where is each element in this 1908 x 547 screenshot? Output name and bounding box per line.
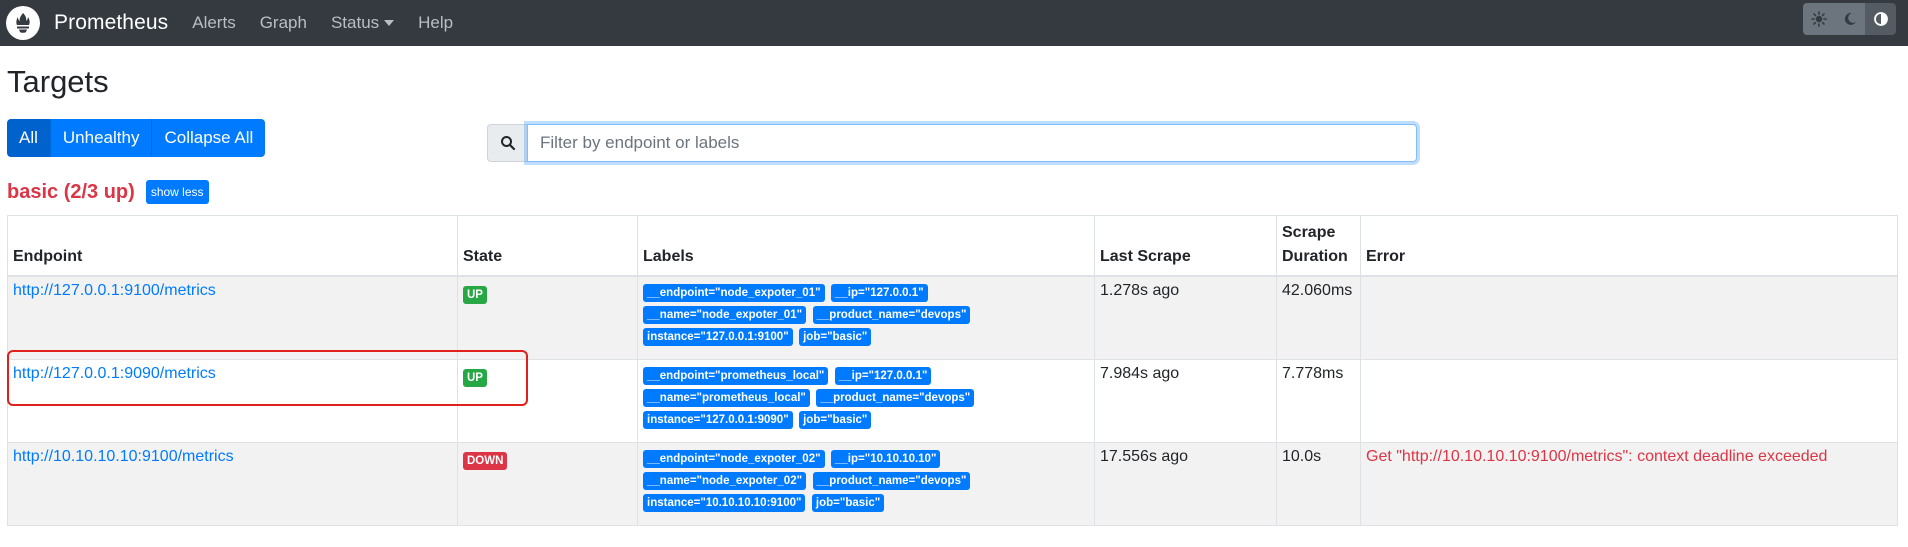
state-cell: DOWN: [457, 441, 638, 526]
pool-title[interactable]: basic (2/3 up): [7, 181, 135, 204]
label-badge: instance="127.0.0.1:9090": [643, 410, 793, 429]
targets-controls: All Unhealthy Collapse All: [7, 119, 1901, 171]
label-badge: __endpoint="prometheus_local": [643, 366, 829, 385]
nav-graph[interactable]: Graph: [260, 13, 307, 33]
targets-table: Endpoint State Labels Last Scrape Scrape…: [7, 215, 1898, 526]
prometheus-logo-icon[interactable]: [6, 6, 40, 40]
page-title: Targets: [7, 64, 109, 99]
filter-all-button[interactable]: All: [7, 119, 51, 157]
header-endpoint: Endpoint: [7, 215, 458, 277]
sun-icon[interactable]: [1803, 3, 1834, 35]
labels-cell: __endpoint="node_expoter_01" __ip="127.0…: [637, 275, 1095, 360]
header-labels: Labels: [637, 215, 1095, 277]
label-badge: job="basic": [799, 410, 872, 429]
nav-status-label: Status: [330, 13, 380, 32]
endpoint-cell: http://10.10.10.10:9100/metrics: [7, 441, 458, 526]
last-scrape-cell: 17.556s ago: [1094, 441, 1277, 526]
table-row: http://10.10.10.10:9100/metrics DOWN __e…: [7, 441, 1898, 526]
header-scrape-duration: Scrape Duration: [1276, 215, 1361, 277]
show-less-button[interactable]: show less: [145, 180, 209, 204]
brand-title[interactable]: Prometheus: [54, 11, 168, 35]
header-state: State: [457, 215, 638, 277]
error-cell: Get "http://10.10.10.10:9100/metrics": c…: [1360, 441, 1898, 526]
state-badge: UP: [463, 368, 487, 387]
endpoint-cell: http://127.0.0.1:9090/metrics: [7, 358, 458, 443]
scrape-duration-cell: 7.778ms: [1276, 358, 1361, 443]
nav-alerts[interactable]: Alerts: [192, 13, 235, 33]
label-badge: __endpoint="node_expoter_01": [643, 284, 825, 302]
label-badge: __ip="127.0.0.1": [831, 284, 928, 302]
adjust-icon[interactable]: [1865, 3, 1896, 35]
endpoint-link[interactable]: http://127.0.0.1:9090/metrics: [13, 365, 216, 382]
label-badge: job="basic": [811, 493, 885, 512]
caret-down-icon: [384, 20, 395, 26]
filter-button-group: All Unhealthy Collapse All: [7, 119, 266, 157]
state-badge: UP: [463, 286, 487, 304]
search-icon: [487, 124, 527, 162]
pool-header: basic (2/3 up) show less: [7, 178, 1901, 206]
labels-cell: __endpoint="node_expoter_02" __ip="10.10…: [637, 441, 1095, 526]
scrape-duration-cell: 10.0s: [1276, 441, 1361, 526]
label-badge: instance="10.10.10.10:9100": [643, 493, 806, 512]
table-row: http://127.0.0.1:9090/metrics UP __endpo…: [7, 358, 1898, 443]
last-scrape-cell: 1.278s ago: [1094, 275, 1277, 360]
header-scrape-duration-line2: Duration: [1282, 248, 1348, 265]
label-badge: __name="node_expoter_01": [643, 306, 807, 324]
endpoint-cell: http://127.0.0.1:9100/metrics: [7, 275, 458, 360]
label-badge: job="basic": [799, 328, 872, 346]
state-badge: DOWN: [463, 451, 508, 470]
nav-help[interactable]: Help: [418, 13, 453, 33]
search-input[interactable]: [527, 124, 1417, 162]
filter-unhealthy-button[interactable]: Unhealthy: [50, 119, 153, 157]
state-cell: UP: [457, 358, 638, 443]
label-badge: __product_name="devops": [812, 306, 971, 324]
top-navbar: Prometheus Alerts Graph Status Help: [0, 0, 1908, 46]
collapse-all-button[interactable]: Collapse All: [152, 119, 266, 157]
header-error: Error: [1360, 215, 1898, 277]
endpoint-link[interactable]: http://10.10.10.10:9100/metrics: [13, 448, 234, 465]
label-badge: __ip="127.0.0.1": [834, 366, 932, 385]
error-cell: [1360, 358, 1898, 443]
label-badge: __endpoint="node_expoter_02": [643, 449, 825, 468]
theme-toggle-group: [1803, 3, 1896, 35]
error-cell: [1360, 275, 1898, 360]
header-scrape-duration-line1: Scrape: [1282, 224, 1336, 241]
moon-icon[interactable]: [1834, 3, 1865, 35]
table-header-row: Endpoint State Labels Last Scrape Scrape…: [7, 215, 1898, 277]
nav-status-dropdown[interactable]: Status: [330, 13, 395, 33]
scrape-duration-cell: 42.060ms: [1276, 275, 1361, 360]
table-row: http://127.0.0.1:9100/metrics UP __endpo…: [7, 275, 1898, 360]
label-badge: instance="127.0.0.1:9100": [643, 328, 793, 346]
label-badge: __ip="10.10.10.10": [831, 449, 941, 468]
label-badge: __name="prometheus_local": [643, 388, 810, 407]
header-last-scrape: Last Scrape: [1094, 215, 1277, 277]
label-badge: __product_name="devops": [816, 388, 975, 407]
endpoint-link[interactable]: http://127.0.0.1:9100/metrics: [13, 282, 216, 299]
labels-cell: __endpoint="prometheus_local" __ip="127.…: [637, 358, 1095, 443]
label-badge: __product_name="devops": [812, 471, 971, 490]
main-content: Targets All Unhealthy Collapse All basic…: [0, 62, 1908, 526]
label-badge: __name="node_expoter_02": [643, 471, 807, 490]
last-scrape-cell: 7.984s ago: [1094, 358, 1277, 443]
state-cell: UP: [457, 275, 638, 360]
search-group: [487, 124, 1417, 162]
